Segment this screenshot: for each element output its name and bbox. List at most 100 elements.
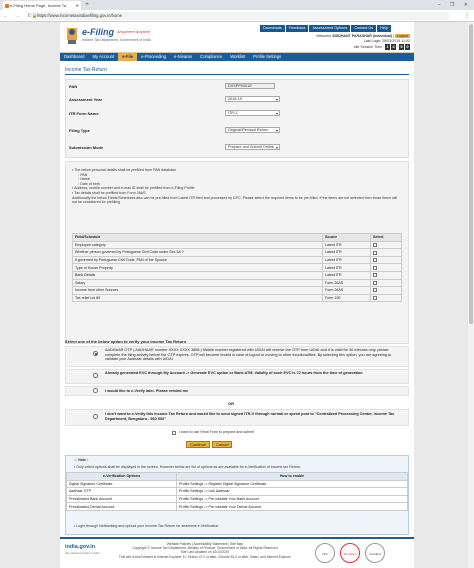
logo-subtitle: Income Tax Department, Government of Ind… xyxy=(82,38,151,42)
col-source: Source xyxy=(322,233,371,242)
topnav-feedback[interactable]: Feedback xyxy=(285,25,309,32)
welcome-block: Welcome SIDDHANT PARASHAR (Individual) |… xyxy=(316,34,410,43)
session-digit: 1 xyxy=(385,44,390,50)
table-row: Aadhaar OTP Profile Settings -> Link Aadh… xyxy=(66,487,408,496)
submission-mode-label: Submission Mode xyxy=(69,145,104,150)
iso-badge-icon: ISO xyxy=(315,543,335,563)
select-checkbox[interactable] xyxy=(373,250,377,255)
table-row: Salary Form 26AS xyxy=(72,278,402,288)
table-row: Type of House Property Latest ITR xyxy=(72,263,402,272)
prefill-line: Tax details shall be prefilled from Form… xyxy=(74,190,146,195)
hindi-form-checkbox[interactable] xyxy=(172,431,176,435)
table-row: Digital Signature Certificate Profile Set… xyxy=(66,479,408,489)
top-nav: Downloads Feedback Assessment Options Co… xyxy=(260,25,391,32)
select-checkbox[interactable] xyxy=(373,265,377,270)
verify-heading: Select one of the below option to verify… xyxy=(65,339,187,344)
select-checkbox[interactable] xyxy=(373,242,377,247)
how-cell: Profile Settings -> Register Digital Sig… xyxy=(176,479,408,489)
col-everify-option: e-Verification Options xyxy=(66,472,177,481)
hindi-form-label: I want to use Hindi Form to prepare and … xyxy=(179,430,254,434)
welcome-label: Welcome xyxy=(316,34,332,38)
emblem-icon xyxy=(67,28,77,44)
select-checkbox[interactable] xyxy=(373,258,377,263)
india-gov-logo[interactable]: india.gov.in xyxy=(65,544,95,550)
pan-field: DXSPP0001E xyxy=(225,83,275,89)
new-tab-button[interactable]: + xyxy=(83,1,91,9)
col-field: Field/Schedule xyxy=(72,233,323,242)
scrollbar-thumb[interactable] xyxy=(469,24,473,324)
certified-badge-icon: Certified xyxy=(365,543,385,563)
topnav-assessment-options[interactable]: Assessment Options xyxy=(309,25,351,32)
or-divider: OR xyxy=(228,401,234,406)
table-row: Whether person governed by Portuguese Ci… xyxy=(72,248,402,257)
nav-e-nivaran[interactable]: e-Nivaran xyxy=(170,53,196,61)
logo-title[interactable]: e-Filing xyxy=(82,27,114,37)
submission-mode-select[interactable]: Prepare and Submit Online xyxy=(225,144,280,150)
filing-type-label: Filing Type xyxy=(69,128,90,133)
select-checkbox[interactable] xyxy=(373,296,377,301)
radio-verify-later[interactable] xyxy=(93,388,98,393)
logout-button[interactable]: Logout xyxy=(395,34,410,38)
prefill-item: Date of birth xyxy=(80,181,100,186)
field-cell: Employee category xyxy=(72,240,323,250)
assessment-year-select[interactable]: 2018-19 xyxy=(225,96,280,102)
site-favicon-icon xyxy=(5,3,9,8)
tab-title: e-Filing Home Page, Income Ta xyxy=(10,3,66,8)
url-text: https://www.incometaxindiaefiling.gov.in… xyxy=(37,13,123,18)
page-title: Income Tax Return xyxy=(65,67,107,73)
session-label: Idle Session Time : xyxy=(353,45,384,49)
window-controls[interactable]: – ❐ ✕ xyxy=(438,0,472,10)
topnav-contact-us[interactable]: Contact Us xyxy=(351,25,377,32)
field-cell: Income from other Sources xyxy=(72,286,323,295)
session-digit: 0 xyxy=(405,44,410,50)
prefill-table: Field/Schedule Source Select Employee ca… xyxy=(72,233,402,303)
note-title-row: ⚠ Note : xyxy=(74,458,88,463)
source-cell: Form 26AS xyxy=(322,286,371,295)
browser-menu-icon[interactable]: ⋮ xyxy=(464,10,470,22)
address-bar: ← → ⟳ 🔒 https://www.incometaxindiaefilin… xyxy=(0,10,474,22)
itr-form-label: ITR Form Name xyxy=(69,111,99,116)
radio-itrv[interactable] xyxy=(93,414,98,419)
table-row: Prevalidated Demat Account Profile Settin… xyxy=(66,502,408,511)
nav-my-account[interactable]: My Account xyxy=(89,53,119,61)
select-checkbox[interactable] xyxy=(373,288,377,293)
session-digit: 5 xyxy=(399,44,404,50)
browser-tab[interactable]: e-Filing Home Page, Income Ta ✕ xyxy=(3,1,81,10)
nav-profile-settings[interactable]: Profile Settings xyxy=(249,53,285,61)
field-cell: Type of House Property xyxy=(72,263,323,272)
session-digit: 4 xyxy=(391,44,396,50)
source-cell: Latest ITR xyxy=(322,263,371,272)
how-cell: Profile Settings -> Link Aadhaar xyxy=(176,487,408,496)
radio-evc[interactable] xyxy=(93,373,98,378)
select-checkbox[interactable] xyxy=(373,280,377,285)
col-how-to-enable: How to enable xyxy=(176,472,408,481)
nav-e-file[interactable]: e-File xyxy=(118,53,138,61)
note-text: • Only celled options shall be displayed… xyxy=(74,465,301,469)
assessment-year-label: Assessment Year xyxy=(69,97,103,102)
close-tab-icon[interactable]: ✕ xyxy=(76,1,79,10)
warning-icon: ⚠ xyxy=(74,458,78,462)
netbanking-note: • Login through Netbanking and upload yo… xyxy=(74,524,219,528)
nav-e-proceeding[interactable]: e-Proceeding xyxy=(137,53,170,61)
select-checkbox[interactable] xyxy=(373,273,377,278)
topnav-help[interactable]: Help xyxy=(377,25,391,32)
continue-button[interactable]: Continue xyxy=(186,441,211,448)
radio-aadhaar-otp[interactable] xyxy=(93,351,98,356)
option-cell: Prevalidated Demat Account xyxy=(66,502,177,511)
filing-type-select[interactable]: Original/Revised Return xyxy=(225,127,280,133)
nav-compliance[interactable]: Compliance xyxy=(196,53,226,61)
field-cell: Whether person governed by Portuguese Ci… xyxy=(72,248,323,257)
field-cell: If governed by Portuguese Civil Code, PA… xyxy=(72,255,323,265)
cancel-button[interactable]: Cancel xyxy=(212,441,233,448)
topnav-downloads[interactable]: Downloads xyxy=(260,25,285,32)
url-input[interactable]: 🔒 https://www.incometaxindiaefiling.gov.… xyxy=(30,12,450,20)
title-divider xyxy=(65,74,409,75)
nav-worklist[interactable]: Worklist xyxy=(226,53,249,61)
source-cell: Latest ITR xyxy=(322,248,371,257)
table-row: Prevalidated Bank Account Profile Setting… xyxy=(66,494,408,504)
user-name: SIDDHANT PARASHAR (Individual) xyxy=(332,34,393,38)
option-cell: Digital Signature Certificate xyxy=(66,479,177,489)
nav-dashboard[interactable]: Dashboard xyxy=(60,53,89,61)
itr-form-select[interactable]: ITR-1 xyxy=(225,110,280,116)
lock-icon: 🔒 xyxy=(32,13,38,18)
